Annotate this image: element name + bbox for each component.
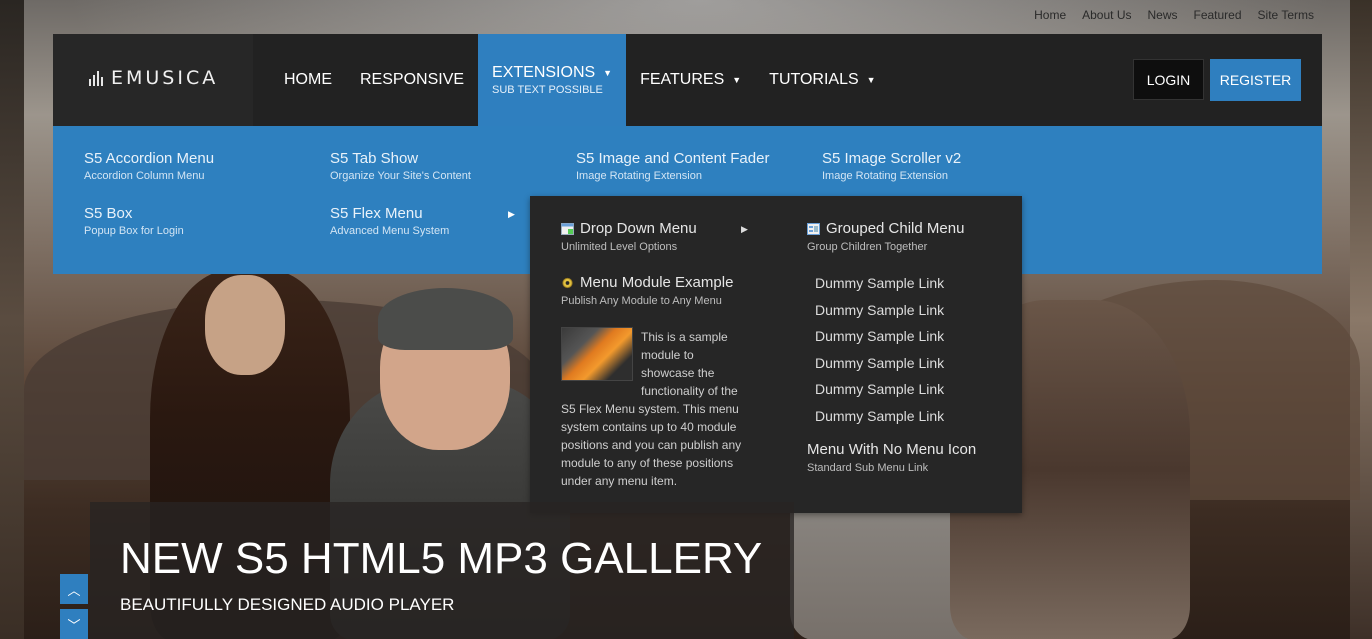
window-icon — [561, 222, 574, 235]
dropdown-item-subtitle: Organize Your Site's Content — [330, 170, 471, 182]
nav-item-features[interactable]: FEATURES ▼ — [626, 34, 755, 126]
chevron-right-icon: ▶ — [508, 209, 515, 219]
module-text-line: module to any of these positions — [561, 456, 734, 470]
dummy-sample-link[interactable]: Dummy Sample Link — [815, 381, 944, 408]
chevron-right-icon: ▶ — [741, 224, 748, 234]
dummy-sample-link[interactable]: Dummy Sample Link — [815, 302, 944, 329]
module-text-line: module to — [641, 348, 694, 362]
flyout-item-title: Menu With No Menu Icon — [807, 441, 977, 458]
main-navbar: EMUSICA HOME RESPONSIVE EXTENSIONS ▼ SUB … — [53, 34, 1322, 126]
module-text-line: positions and you can publish any — [561, 438, 742, 452]
flyout-item-no-menu-icon[interactable]: Menu With No Menu Icon Standard Sub Menu… — [807, 441, 976, 474]
chevron-up-icon: ︿ — [67, 582, 81, 598]
dropdown-item-title: S5 Image Scroller v2 — [822, 150, 962, 167]
module-description: This is a sample module to showcase the … — [561, 328, 751, 490]
module-text-line: S5 Flex Menu system. This menu — [561, 402, 739, 416]
nav-item-subtext: SUB TEXT POSSIBLE — [492, 84, 603, 96]
dropdown-item-image-content-fader[interactable]: S5 Image and Content Fader Image Rotatin… — [576, 150, 769, 182]
flyout-item-menu-module-example[interactable]: Menu Module Example Publish Any Module t… — [561, 274, 733, 307]
dropdown-item-image-scroller[interactable]: S5 Image Scroller v2 Image Rotating Exte… — [822, 150, 961, 182]
background-left-edge — [0, 0, 24, 639]
dummy-sample-link[interactable]: Dummy Sample Link — [815, 408, 944, 435]
dropdown-item-title: S5 Flex Menu — [330, 205, 423, 222]
band-member-head — [205, 275, 285, 375]
background-right-edge — [1350, 0, 1372, 639]
flex-menu-flyout: Drop Down Menu Unlimited Level Options ▶… — [530, 196, 1022, 513]
nav-item-home[interactable]: HOME — [270, 34, 346, 126]
top-link-about-us[interactable]: About Us — [1082, 8, 1131, 22]
logo-text: EMUSICA — [111, 67, 219, 89]
dummy-sample-link[interactable]: Dummy Sample Link — [815, 328, 944, 355]
flyout-item-subtitle: Unlimited Level Options — [561, 241, 678, 253]
gear-icon — [562, 277, 573, 288]
logo[interactable]: EMUSICA — [89, 67, 219, 89]
module-text-line: showcase the — [641, 366, 715, 380]
top-link-news[interactable]: News — [1147, 8, 1177, 22]
nav-item-tutorials[interactable]: TUTORIALS ▼ — [755, 34, 889, 126]
nav-item-label: TUTORIALS — [769, 71, 859, 88]
dropdown-item-subtitle: Image Rotating Extension — [822, 170, 948, 182]
chevron-down-icon: ▼ — [732, 75, 742, 85]
flyout-item-drop-down-menu[interactable]: Drop Down Menu Unlimited Level Options — [561, 220, 697, 253]
flyout-item-subtitle: Publish Any Module to Any Menu — [561, 295, 722, 307]
chevron-down-icon: ▼ — [866, 75, 876, 85]
top-link-site-terms[interactable]: Site Terms — [1258, 8, 1314, 22]
slide-title: NEW S5 HTML5 MP3 GALLERY — [120, 534, 763, 583]
dropdown-item-accordion-menu[interactable]: S5 Accordion Menu Accordion Column Menu — [84, 150, 214, 182]
nav-item-label: HOME — [284, 71, 332, 88]
module-text-line: system contains up to 40 module — [561, 420, 737, 434]
nav-item-label: RESPONSIVE — [360, 71, 465, 88]
nav-item-label: FEATURES — [640, 71, 725, 88]
flyout-item-title: Menu Module Example — [580, 274, 734, 291]
dropdown-item-title: S5 Box — [84, 205, 133, 222]
dropdown-item-flex-menu[interactable]: S5 Flex Menu Advanced Menu System — [330, 205, 449, 237]
flyout-item-title: Grouped Child Menu — [826, 220, 965, 237]
dropdown-item-title: S5 Accordion Menu — [84, 150, 215, 167]
chevron-down-icon: ▼ — [603, 68, 613, 78]
module-text-line: under any menu item. — [561, 474, 678, 488]
dropdown-item-tab-show[interactable]: S5 Tab Show Organize Your Site's Content — [330, 150, 471, 182]
flyout-item-subtitle: Group Children Together — [807, 241, 928, 253]
logo-container[interactable]: EMUSICA — [53, 34, 253, 126]
slide-up-button[interactable]: ︿ — [60, 574, 88, 604]
flyout-item-grouped-child-menu[interactable]: Grouped Child Menu Group Children Togeth… — [807, 220, 964, 253]
dropdown-item-subtitle: Popup Box for Login — [84, 225, 184, 237]
flyout-item-title: Drop Down Menu — [580, 220, 697, 237]
dropdown-item-title: S5 Image and Content Fader — [576, 150, 770, 167]
nav-menu: HOME RESPONSIVE EXTENSIONS ▼ SUB TEXT POS… — [270, 34, 890, 126]
dummy-link-list: Dummy Sample Link Dummy Sample Link Dumm… — [815, 275, 944, 434]
dummy-sample-link[interactable]: Dummy Sample Link — [815, 275, 944, 302]
dropdown-item-subtitle: Image Rotating Extension — [576, 170, 702, 182]
nav-item-label: EXTENSIONS — [492, 64, 596, 81]
slide-down-button[interactable]: ﹀ — [60, 609, 88, 639]
dummy-sample-link[interactable]: Dummy Sample Link — [815, 355, 944, 382]
login-button[interactable]: LOGIN — [1133, 59, 1204, 100]
dropdown-item-subtitle: Advanced Menu System — [330, 225, 450, 237]
register-button[interactable]: REGISTER — [1210, 59, 1301, 101]
slide-subtitle: BEAUTIFULLY DESIGNED AUDIO PLAYER — [120, 595, 455, 614]
flyout-item-subtitle: Standard Sub Menu Link — [807, 462, 929, 474]
dropdown-item-title: S5 Tab Show — [330, 150, 419, 167]
slide-caption: NEW S5 HTML5 MP3 GALLERY BEAUTIFULLY DES… — [90, 502, 794, 639]
top-links: Home About Us News Featured Site Terms — [1034, 8, 1314, 22]
top-link-featured[interactable]: Featured — [1194, 8, 1242, 22]
nav-item-responsive[interactable]: RESPONSIVE — [346, 34, 478, 126]
dropdown-item-subtitle: Accordion Column Menu — [84, 170, 205, 182]
grid-icon — [807, 222, 820, 235]
dropdown-item-box[interactable]: S5 Box Popup Box for Login — [84, 205, 184, 237]
nav-item-extensions[interactable]: EXTENSIONS ▼ SUB TEXT POSSIBLE — [478, 34, 627, 126]
module-text-line: functionality of the — [641, 384, 738, 398]
flat-cap — [378, 288, 513, 350]
chevron-down-icon: ﹀ — [67, 617, 81, 633]
equalizer-icon — [89, 70, 103, 86]
module-text-line: This is a sample — [641, 330, 728, 344]
top-link-home[interactable]: Home — [1034, 8, 1066, 22]
